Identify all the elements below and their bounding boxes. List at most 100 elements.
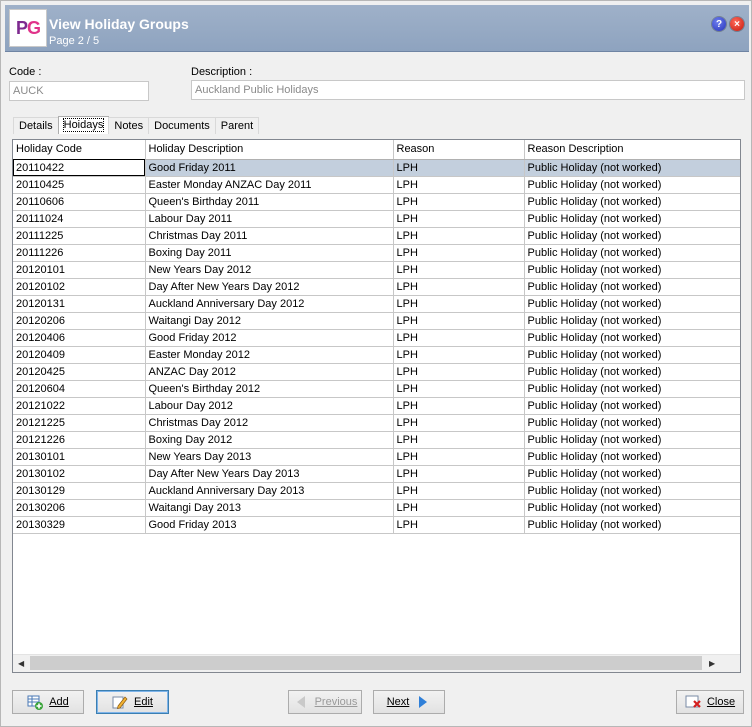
cell-holiday-code[interactable]: 20110425 bbox=[13, 176, 146, 194]
table-row[interactable]: 20130206 Waitangi Day 2013 LPH Public Holid… bbox=[13, 499, 740, 517]
cell-reason[interactable]: LPH bbox=[393, 261, 525, 279]
cell-reason-description[interactable]: Public Holiday (not worked) bbox=[524, 431, 740, 449]
table-row[interactable]: 20120409 Easter Monday 2012 LPH Public Holi… bbox=[13, 346, 740, 364]
cell-reason[interactable]: LPH bbox=[393, 414, 525, 432]
cell-reason-description[interactable]: Public Holiday (not worked) bbox=[524, 482, 740, 500]
cell-reason-description[interactable]: Public Holiday (not worked) bbox=[524, 278, 740, 296]
cell-reason[interactable]: LPH bbox=[393, 482, 525, 500]
table-row[interactable]: 20110606 Queen's Birthday 2011 LPH Public H… bbox=[13, 193, 740, 211]
column-header-reason-description[interactable]: Reason Description bbox=[524, 140, 740, 160]
cell-holiday-code[interactable]: 20120409 bbox=[13, 346, 146, 364]
cell-holiday-code[interactable]: 20111225 bbox=[13, 227, 146, 245]
holidays-grid[interactable]: Holiday Code Holiday Description Reason … bbox=[12, 139, 741, 673]
cell-reason[interactable]: LPH bbox=[393, 193, 525, 211]
cell-holiday-code[interactable]: 20130206 bbox=[13, 499, 146, 517]
cell-reason-description[interactable]: Public Holiday (not worked) bbox=[524, 448, 740, 466]
tab-documents[interactable]: Documents bbox=[148, 117, 216, 134]
cell-holiday-code[interactable]: 20120425 bbox=[13, 363, 146, 381]
cell-holiday-code[interactable]: 20121225 bbox=[13, 414, 146, 432]
cell-holiday-code[interactable]: 20111226 bbox=[13, 244, 146, 262]
cell-reason-description[interactable]: Public Holiday (not worked) bbox=[524, 346, 740, 364]
cell-reason[interactable]: LPH bbox=[393, 244, 525, 262]
cell-holiday-code[interactable]: 20120604 bbox=[13, 380, 146, 398]
description-field[interactable]: Auckland Public Holidays bbox=[191, 80, 745, 100]
table-row[interactable]: 20120102 Day After New Years Day 2012 LPH P… bbox=[13, 278, 740, 296]
cell-holiday-description[interactable]: Easter Monday ANZAC Day 2011 bbox=[145, 176, 394, 194]
cell-reason-description[interactable]: Public Holiday (not worked) bbox=[524, 193, 740, 211]
add-button[interactable]: Add bbox=[12, 690, 84, 714]
cell-reason[interactable]: LPH bbox=[393, 397, 525, 415]
cell-holiday-description[interactable]: Waitangi Day 2013 bbox=[145, 499, 394, 517]
help-icon[interactable]: ? bbox=[712, 17, 726, 31]
cell-reason[interactable]: LPH bbox=[393, 431, 525, 449]
cell-holiday-description[interactable]: Queen's Birthday 2011 bbox=[145, 193, 394, 211]
cell-reason-description[interactable]: Public Holiday (not worked) bbox=[524, 329, 740, 347]
cell-reason-description[interactable]: Public Holiday (not worked) bbox=[524, 261, 740, 279]
table-row[interactable]: 20120101 New Years Day 2012 LPH Public Holi… bbox=[13, 261, 740, 279]
horizontal-scrollbar[interactable]: ◀ ▶ bbox=[13, 654, 740, 672]
table-row[interactable]: 20111024 Labour Day 2011 LPH Public Holiday… bbox=[13, 210, 740, 228]
table-row[interactable]: 20120206 Waitangi Day 2012 LPH Public Holid… bbox=[13, 312, 740, 330]
cell-holiday-code[interactable]: 20130129 bbox=[13, 482, 146, 500]
cell-reason-description[interactable]: Public Holiday (not worked) bbox=[524, 397, 740, 415]
close-button[interactable]: Close bbox=[676, 690, 744, 714]
column-header-holiday-description[interactable]: Holiday Description bbox=[145, 140, 394, 160]
cell-holiday-description[interactable]: Waitangi Day 2012 bbox=[145, 312, 394, 330]
table-row[interactable]: 20120406 Good Friday 2012 LPH Public Holida… bbox=[13, 329, 740, 347]
cell-holiday-description[interactable]: Auckland Anniversary Day 2013 bbox=[145, 482, 394, 500]
cell-holiday-code[interactable]: 20110422 bbox=[13, 159, 146, 177]
next-button[interactable]: Next bbox=[373, 690, 445, 714]
cell-holiday-code[interactable]: 20110606 bbox=[13, 193, 146, 211]
cell-holiday-description[interactable]: New Years Day 2012 bbox=[145, 261, 394, 279]
table-row[interactable]: 20110422 Good Friday 2011 LPH Public Holida… bbox=[13, 159, 740, 177]
tab-holidays[interactable]: Hoidays bbox=[57, 116, 110, 134]
cell-holiday-description[interactable]: Christmas Day 2012 bbox=[145, 414, 394, 432]
cell-holiday-description[interactable]: Day After New Years Day 2013 bbox=[145, 465, 394, 483]
cell-reason[interactable]: LPH bbox=[393, 312, 525, 330]
table-row[interactable]: 20120131 Auckland Anniversary Day 2012 LPH… bbox=[13, 295, 740, 313]
table-row[interactable]: 20121225 Christmas Day 2012 LPH Public Holi… bbox=[13, 414, 740, 432]
cell-reason-description[interactable]: Public Holiday (not worked) bbox=[524, 499, 740, 517]
cell-holiday-description[interactable]: Easter Monday 2012 bbox=[145, 346, 394, 364]
cell-holiday-description[interactable]: Christmas Day 2011 bbox=[145, 227, 394, 245]
cell-holiday-description[interactable]: Good Friday 2012 bbox=[145, 329, 394, 347]
table-row[interactable]: 20130329 Good Friday 2013 LPH Public Holida… bbox=[13, 516, 740, 534]
cell-reason[interactable]: LPH bbox=[393, 448, 525, 466]
cell-holiday-code[interactable]: 20121226 bbox=[13, 431, 146, 449]
cell-reason[interactable]: LPH bbox=[393, 499, 525, 517]
cell-holiday-description[interactable]: Labour Day 2012 bbox=[145, 397, 394, 415]
cell-reason-description[interactable]: Public Holiday (not worked) bbox=[524, 465, 740, 483]
close-icon[interactable]: × bbox=[730, 17, 744, 31]
cell-reason-description[interactable]: Public Holiday (not worked) bbox=[524, 380, 740, 398]
cell-holiday-code[interactable]: 20120206 bbox=[13, 312, 146, 330]
scroll-thumb[interactable] bbox=[30, 656, 702, 670]
cell-holiday-description[interactable]: Queen's Birthday 2012 bbox=[145, 380, 394, 398]
tab-notes[interactable]: Notes bbox=[108, 117, 150, 134]
cell-reason[interactable]: LPH bbox=[393, 176, 525, 194]
table-row[interactable]: 20121022 Labour Day 2012 LPH Public Holiday… bbox=[13, 397, 740, 415]
cell-holiday-code[interactable]: 20130329 bbox=[13, 516, 146, 534]
cell-reason-description[interactable]: Public Holiday (not worked) bbox=[524, 227, 740, 245]
edit-button[interactable]: Edit bbox=[96, 690, 169, 714]
cell-reason-description[interactable]: Public Holiday (not worked) bbox=[524, 363, 740, 381]
cell-reason[interactable]: LPH bbox=[393, 210, 525, 228]
cell-holiday-description[interactable]: Auckland Anniversary Day 2012 bbox=[145, 295, 394, 313]
cell-holiday-code[interactable]: 20130102 bbox=[13, 465, 146, 483]
cell-reason[interactable]: LPH bbox=[393, 363, 525, 381]
tab-details[interactable]: Details bbox=[13, 117, 59, 134]
cell-holiday-code[interactable]: 20120131 bbox=[13, 295, 146, 313]
cell-holiday-code[interactable]: 20111024 bbox=[13, 210, 146, 228]
cell-reason[interactable]: LPH bbox=[393, 380, 525, 398]
cell-holiday-code[interactable]: 20121022 bbox=[13, 397, 146, 415]
table-row[interactable]: 20130102 Day After New Years Day 2013 LPH P… bbox=[13, 465, 740, 483]
scroll-left-icon[interactable]: ◀ bbox=[18, 659, 24, 668]
cell-reason-description[interactable]: Public Holiday (not worked) bbox=[524, 312, 740, 330]
column-header-holiday-code[interactable]: Holiday Code bbox=[13, 140, 146, 160]
cell-reason[interactable]: LPH bbox=[393, 465, 525, 483]
cell-reason-description[interactable]: Public Holiday (not worked) bbox=[524, 414, 740, 432]
cell-holiday-description[interactable]: Boxing Day 2012 bbox=[145, 431, 394, 449]
cell-holiday-code[interactable]: 20120101 bbox=[13, 261, 146, 279]
table-row[interactable]: 20111225 Christmas Day 2011 LPH Public Holi… bbox=[13, 227, 740, 245]
tab-parent[interactable]: Parent bbox=[214, 117, 260, 134]
cell-holiday-description[interactable]: Labour Day 2011 bbox=[145, 210, 394, 228]
